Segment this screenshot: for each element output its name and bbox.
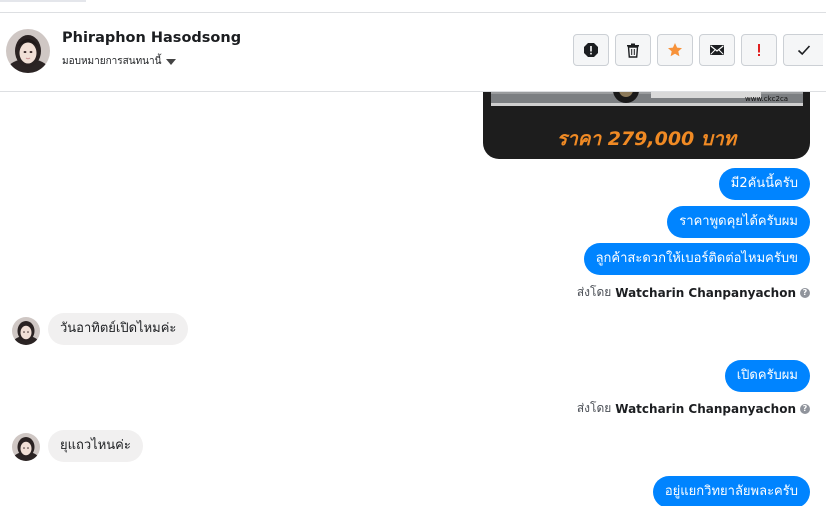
follow-up-button[interactable] bbox=[741, 34, 777, 66]
assign-label: มอบหมายการสนทนานี้ bbox=[62, 56, 162, 67]
action-toolbar bbox=[573, 34, 823, 66]
outgoing-message[interactable]: อยู่แยกวิทยาลัยพละครับ bbox=[652, 476, 810, 506]
outgoing-message[interactable]: มี2คันนี้ครับ bbox=[718, 168, 810, 200]
sent-by-agent[interactable]: Watcharin Chanpanyachon bbox=[615, 286, 796, 300]
outgoing-message[interactable]: ราคาพูดคุยได้ครับผม bbox=[667, 206, 810, 238]
sent-by-line: ส่งโดย Watcharin Chanpanyachon ? bbox=[577, 283, 810, 302]
contact-avatar[interactable] bbox=[6, 29, 50, 73]
assign-conversation-dropdown[interactable]: มอบหมายการสนทนานี้ bbox=[62, 54, 177, 69]
sent-by-agent[interactable]: Watcharin Chanpanyachon bbox=[615, 402, 796, 416]
check-icon bbox=[797, 45, 810, 56]
envelope-icon bbox=[710, 45, 724, 55]
sent-by-prefix: ส่งโดย bbox=[576, 285, 612, 299]
car-image-attachment[interactable]: 088-557 www.ckc2ca ราคา 279,000 บาท bbox=[483, 92, 810, 159]
trash-icon bbox=[627, 43, 639, 58]
alert-icon bbox=[584, 43, 598, 57]
tab-edge bbox=[0, 0, 86, 2]
outgoing-message[interactable]: ลูกค้าสะดวกให้เบอร์ติดต่อไหมครับข bbox=[583, 243, 810, 275]
mark-unread-button[interactable] bbox=[699, 34, 735, 66]
chevron-down-icon bbox=[166, 58, 177, 65]
image-web-text: www.ckc2ca bbox=[745, 95, 789, 103]
mark-done-button[interactable] bbox=[783, 34, 823, 66]
conversation-header: Phiraphon Hasodsong มอบหมายการสนทนานี้ bbox=[0, 13, 826, 92]
star-button[interactable] bbox=[657, 34, 693, 66]
outgoing-message[interactable]: เปิดครับผม bbox=[724, 360, 810, 392]
contact-name[interactable]: Phiraphon Hasodsong bbox=[62, 30, 241, 46]
delete-button[interactable] bbox=[615, 34, 651, 66]
sent-by-prefix: ส่งโดย bbox=[576, 401, 612, 415]
top-strip bbox=[0, 0, 826, 13]
star-icon bbox=[668, 43, 682, 57]
sent-by-line: ส่งโดย Watcharin Chanpanyachon ? bbox=[577, 399, 810, 418]
incoming-message[interactable]: ยุแถวไหนค่ะ bbox=[48, 430, 143, 462]
contact-avatar-small[interactable] bbox=[12, 433, 40, 461]
exclamation-icon bbox=[758, 44, 760, 56]
mark-spam-button[interactable] bbox=[573, 34, 609, 66]
message-thread: 088-557 www.ckc2ca ราคา 279,000 บาท มี2ค… bbox=[0, 92, 826, 506]
incoming-message[interactable]: วันอาทิตย์เปิดไหมค่ะ bbox=[48, 313, 189, 345]
image-price-text: ราคา 279,000 บาท bbox=[556, 128, 737, 150]
help-icon[interactable]: ? bbox=[800, 403, 810, 414]
contact-avatar-small[interactable] bbox=[12, 317, 40, 345]
help-icon[interactable]: ? bbox=[800, 287, 810, 298]
